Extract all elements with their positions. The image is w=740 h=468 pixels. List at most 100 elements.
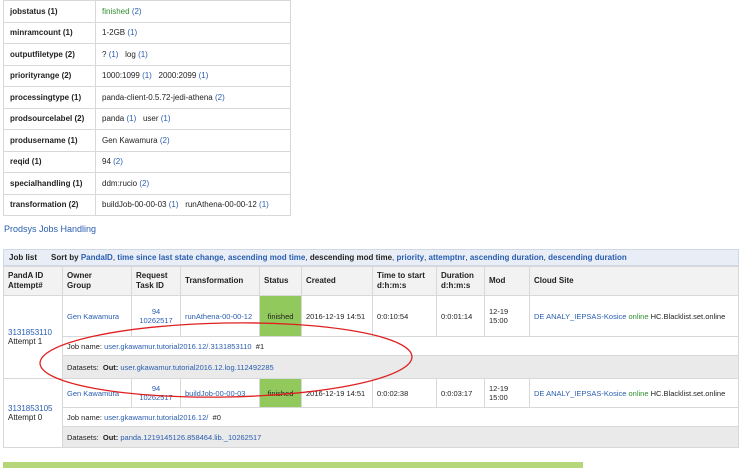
job-name-link[interactable]: user.gkawamur.tutorial2016.12/.313185311… (104, 342, 251, 351)
datasets-row: Datasets: Out: panda.1219145126.858464.l… (4, 426, 739, 448)
attribute-count-link[interactable]: (2) (139, 179, 149, 188)
col-request: Request Task ID (131, 266, 181, 296)
jobs-table-header: PandA ID Attempt# Owner Group Request Task … (3, 266, 739, 296)
attribute-key: transformation (2) (3, 193, 96, 216)
sort-option-link[interactable]: priority (397, 253, 425, 262)
sort-options: PandaID, time since last state change, a… (80, 253, 627, 262)
transformation-link[interactable]: buildJob-00-00-03 (185, 389, 245, 398)
created-time: 2016-12-19 14:51 (306, 311, 366, 321)
attribute-value[interactable]: runAthena-00-00-12 (185, 200, 257, 209)
col-pandaid: PandA ID Attempt# (3, 266, 63, 296)
sort-option-link[interactable]: attemptnr (429, 253, 466, 262)
attribute-row: specialhandling (1) ddm:rucio (2) (3, 172, 291, 195)
attribute-values: buildJob-00-00-03 (1) runAthena-00-00-12… (95, 193, 291, 216)
col-duration: Duration d:h:m:s (436, 266, 485, 296)
attribute-value[interactable]: 1-2GB (102, 28, 125, 37)
attribute-row: produsername (1) Gen Kawamura (2) (3, 129, 291, 152)
attribute-row: priorityrange (2) 1000:1099 (1) 2000:2099… (3, 64, 291, 87)
attribute-count-link[interactable]: (1) (142, 71, 152, 80)
attempt-label: Attempt 1 (8, 337, 43, 346)
taskid-link[interactable]: 10262517 (139, 393, 172, 402)
attribute-value[interactable]: Gen Kawamura (102, 136, 158, 145)
request-link[interactable]: 94 (152, 384, 160, 393)
attribute-value[interactable]: finished (102, 7, 130, 16)
mod-time: 12-19 15:00 (489, 307, 509, 325)
job-row: 3131853110 Attempt 1 Gen Kawamura 94 1026251… (3, 295, 739, 379)
attribute-key: processingtype (1) (3, 86, 96, 109)
datasets-row: Datasets: Out: user.gkawamur.tutorial201… (4, 355, 739, 379)
attribute-values: finished (2) (95, 0, 291, 23)
sort-by-label: Sort by (51, 253, 79, 262)
sort-option-link[interactable]: ascending mod time (228, 253, 305, 262)
attribute-value[interactable]: ? (102, 50, 106, 59)
owner-link[interactable]: Gen Kawamura (67, 312, 119, 321)
col-time-to-start: Time to start d:h:m:s (372, 266, 437, 296)
attribute-value[interactable]: 1000:1099 (102, 71, 140, 80)
pandaid-link[interactable]: 3131853110 (8, 328, 52, 337)
attribute-count-link[interactable]: (1) (161, 114, 171, 123)
duration: 0:0:01:14 (441, 311, 473, 321)
created-time: 2016-12-19 14:51 (306, 388, 366, 398)
time-to-start: 0:0:10:54 (377, 311, 409, 321)
datasets-label: Datasets: (67, 362, 99, 372)
attribute-value[interactable]: log (125, 50, 136, 59)
attribute-values: ddm:rucio (2) (95, 172, 291, 195)
prodsys-jobs-link[interactable]: Prodsys Jobs Handling (4, 224, 96, 234)
attribute-count-link[interactable]: (1) (138, 50, 148, 59)
pandaid-link[interactable]: 3131853105 (8, 404, 53, 413)
job-name-link[interactable]: user.gkawamur.tutorial2016.12/ (104, 413, 208, 422)
site-link[interactable]: DE ANALY_IEPSAS-Kosice (534, 389, 626, 398)
site-link[interactable]: DE ANALY_IEPSAS-Kosice (534, 312, 626, 321)
attribute-value[interactable]: buildJob-00-00-03 (102, 200, 167, 209)
attribute-count-link[interactable]: (1) (259, 200, 269, 209)
attribute-value[interactable]: 94 (102, 157, 111, 166)
transformation-link[interactable]: runAthena-00-00-12 (185, 312, 252, 321)
duration: 0:0:03:17 (441, 388, 473, 398)
sort-option-link[interactable]: PandaID (81, 253, 113, 262)
attribute-count-link[interactable]: (1) (126, 114, 136, 123)
attribute-count-link[interactable]: (1) (169, 200, 179, 209)
sort-option-link[interactable]: time since last state change (117, 253, 223, 262)
out-label: Out: (102, 362, 119, 372)
job-name-suffix: #1 (255, 341, 265, 351)
attribute-values: 1000:1099 (1) 2000:2099 (1) (95, 64, 291, 87)
taskid-link[interactable]: 10262517 (139, 316, 172, 325)
attribute-row: outputfiletype (2)? (1) log (1) (3, 43, 291, 66)
col-mod: Mod (484, 266, 530, 296)
attribute-key: produsername (1) (3, 129, 96, 152)
col-created: Created (301, 266, 373, 296)
attribute-value[interactable]: user (143, 114, 159, 123)
job-name-row: Job name: user.gkawamur.tutorial2016.12/… (4, 336, 739, 356)
attribute-count-link[interactable]: (1) (199, 71, 209, 80)
sort-option-link[interactable]: ascending duration (470, 253, 544, 262)
attribute-count-link[interactable]: (2) (113, 157, 123, 166)
attribute-value[interactable]: ddm:rucio (102, 179, 137, 188)
attribute-count-link[interactable]: (1) (109, 50, 119, 59)
attribute-count-link[interactable]: (2) (215, 93, 225, 102)
col-transformation: Transformation (180, 266, 260, 296)
attribute-row: minramcount (1) 1-2GB (1) (3, 21, 291, 44)
time-to-start: 0:0:02:38 (377, 388, 409, 398)
datasets-label: Datasets: (67, 432, 99, 442)
attribute-row: jobstatus (1) finished (2) (3, 0, 291, 23)
request-link[interactable]: 94 (152, 307, 160, 316)
attribute-values: 1-2GB (1) (95, 21, 291, 44)
attribute-value[interactable]: 2000:2099 (159, 71, 197, 80)
attribute-count-link[interactable]: (2) (132, 7, 142, 16)
attribute-value[interactable]: panda (102, 114, 124, 123)
output-dataset-link[interactable]: user.gkawamur.tutorial2016.12.log.112492… (120, 363, 273, 372)
site-extra: HC.Blacklist.set.online (650, 311, 726, 321)
attribute-value[interactable]: panda-client-0.5.72-jedi-athena (102, 93, 213, 102)
attribute-count-link[interactable]: (2) (160, 136, 170, 145)
output-dataset-link[interactable]: panda.1219145126.858464.lib._10262517 (120, 433, 261, 442)
sort-option-link[interactable]: descending duration (548, 253, 627, 262)
attribute-key: jobstatus (1) (3, 0, 96, 23)
attribute-row: reqid (1) 94 (2) (3, 150, 291, 173)
job-id-cell: 3131853110 Attempt 1 (3, 295, 63, 379)
attribute-count-link[interactable]: (1) (127, 28, 137, 37)
col-status: Status (259, 266, 302, 296)
owner-link[interactable]: Gen Kawamura (67, 389, 119, 398)
attribute-values: 94 (2) (95, 150, 291, 173)
attribute-summary-table: jobstatus (1) finished (2) minramcount (1)… (3, 0, 291, 216)
mod-time: 12-19 15:00 (489, 384, 509, 402)
